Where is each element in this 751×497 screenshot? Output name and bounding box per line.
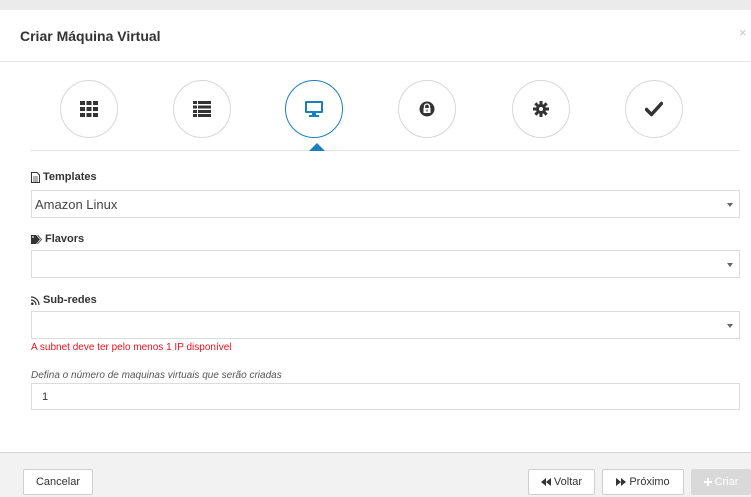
monitor-icon bbox=[305, 101, 323, 117]
dialog-title: Criar Máquina Virtual bbox=[20, 28, 161, 44]
templates-select[interactable]: Amazon Linux bbox=[31, 190, 740, 218]
flavors-select[interactable] bbox=[31, 250, 740, 278]
vm-count-input[interactable]: 1 bbox=[31, 383, 740, 410]
checkmark-icon bbox=[645, 101, 663, 117]
templates-label-text: Templates bbox=[43, 171, 97, 183]
subnets-label-text: Sub-redes bbox=[43, 294, 97, 306]
forward-icon bbox=[616, 478, 627, 486]
close-icon[interactable]: × bbox=[739, 25, 747, 40]
step-confirm[interactable] bbox=[625, 80, 683, 138]
list-icon bbox=[193, 101, 211, 117]
subnets-label: Sub-redes bbox=[31, 294, 97, 306]
step-monitor[interactable] bbox=[285, 80, 343, 138]
next-button-label: Próximo bbox=[629, 476, 670, 488]
subnets-error-message: A subnet deve ter pelo menos 1 IP dispon… bbox=[31, 342, 232, 353]
templates-label: Templates bbox=[31, 171, 97, 183]
dialog-header: Criar Máquina Virtual × bbox=[0, 10, 751, 62]
grid-icon bbox=[80, 101, 98, 117]
step-gear[interactable] bbox=[512, 80, 570, 138]
steps-divider bbox=[30, 150, 740, 151]
dropdown-arrow-icon bbox=[727, 324, 733, 328]
templates-selected-value: Amazon Linux bbox=[35, 197, 118, 212]
gear-icon bbox=[533, 101, 549, 117]
lock-icon bbox=[419, 101, 435, 117]
back-button[interactable]: Voltar bbox=[528, 469, 595, 495]
backward-icon bbox=[540, 478, 551, 486]
flavors-label-text: Flavors bbox=[45, 233, 85, 245]
top-band bbox=[0, 0, 751, 10]
tags-icon bbox=[31, 234, 42, 244]
subnets-select[interactable] bbox=[31, 311, 740, 339]
next-button[interactable]: Próximo bbox=[602, 469, 684, 495]
dialog-footer: Cancelar Voltar Próximo Criar bbox=[0, 452, 751, 497]
dropdown-arrow-icon bbox=[727, 203, 733, 207]
active-step-indicator bbox=[309, 143, 325, 151]
flavors-label: Flavors bbox=[31, 233, 84, 245]
cancel-button[interactable]: Cancelar bbox=[23, 469, 93, 495]
plus-icon bbox=[703, 478, 712, 486]
step-list[interactable] bbox=[173, 80, 231, 138]
dropdown-arrow-icon bbox=[727, 263, 733, 267]
wizard-steps bbox=[0, 62, 751, 154]
step-grid[interactable] bbox=[60, 80, 118, 138]
create-button[interactable]: Criar bbox=[691, 469, 751, 495]
vm-count-value: 1 bbox=[42, 391, 49, 403]
step-lock[interactable] bbox=[398, 80, 456, 138]
cancel-button-label: Cancelar bbox=[35, 476, 81, 488]
back-button-label: Voltar bbox=[553, 476, 583, 488]
rss-icon bbox=[31, 295, 40, 305]
file-icon bbox=[31, 171, 40, 183]
vm-count-hint: Defina o número de maquinas virtuais que… bbox=[31, 370, 282, 381]
create-button-label: Criar bbox=[714, 476, 739, 488]
